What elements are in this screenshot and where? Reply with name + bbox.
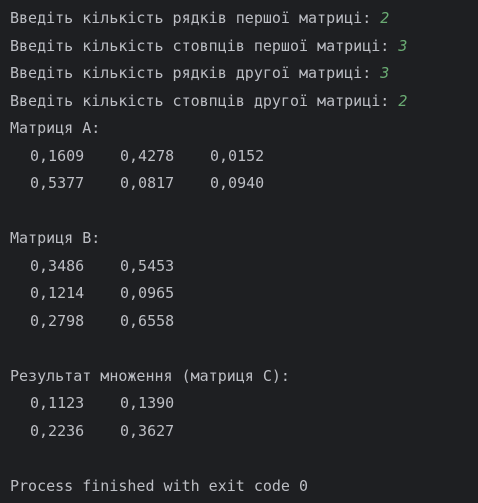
prompt-rows-first: Введіть кількість рядків першої матриці:…: [10, 8, 478, 36]
prompt-label: Введіть кількість стовпців першої матриц…: [10, 37, 398, 55]
blank-line: [10, 338, 478, 366]
matrix-cell: 0,3627: [120, 421, 210, 449]
matrix-cell: 0,5377: [30, 173, 120, 201]
matrix-cell: 0,0965: [120, 283, 210, 311]
matrix-c-title: Результат множення (матриця C):: [10, 366, 478, 394]
matrix-cell: 0,6558: [120, 311, 210, 339]
matrix-b-row: 0,3486 0,5453: [10, 256, 478, 284]
matrix-cell: 0,2798: [30, 311, 120, 339]
matrix-cell: 0,5453: [120, 256, 210, 284]
matrix-cell: 0,0817: [120, 173, 210, 201]
prompt-label: Введіть кількість рядків першої матриці:: [10, 9, 380, 27]
run-console-output: Введіть кількість рядків першої матриці:…: [0, 0, 478, 502]
matrix-cell: 0,0152: [210, 146, 300, 174]
matrix-a-title: Матриця А:: [10, 118, 478, 146]
matrix-cell: 0,4278: [120, 146, 210, 174]
matrix-c-row: 0,2236 0,3627: [10, 421, 478, 449]
user-input-value: 3: [380, 64, 389, 82]
process-exit-message: Process finished with exit code 0: [10, 476, 478, 503]
matrix-c-row: 0,1123 0,1390: [10, 393, 478, 421]
prompt-rows-second: Введіть кількість рядків другої матриці:…: [10, 63, 478, 91]
matrix-cell: 0,0940: [210, 173, 300, 201]
matrix-cell: 0,1123: [30, 393, 120, 421]
prompt-cols-first: Введіть кількість стовпців першої матриц…: [10, 36, 478, 64]
user-input-value: 2: [380, 9, 389, 27]
matrix-b-title: Матриця B:: [10, 228, 478, 256]
matrix-cell: 0,2236: [30, 421, 120, 449]
matrix-cell: 0,1609: [30, 146, 120, 174]
prompt-label: Введіть кількість стовпців другої матриц…: [10, 92, 398, 110]
matrix-cell: 0,1214: [30, 283, 120, 311]
prompt-label: Введіть кількість рядків другої матриці:: [10, 64, 380, 82]
matrix-cell: 0,1390: [120, 393, 210, 421]
blank-line: [10, 448, 478, 476]
user-input-value: 2: [398, 92, 407, 110]
matrix-a-row: 0,5377 0,0817 0,0940: [10, 173, 478, 201]
blank-line: [10, 201, 478, 229]
prompt-cols-second: Введіть кількість стовпців другої матриц…: [10, 91, 478, 119]
matrix-cell: 0,3486: [30, 256, 120, 284]
matrix-a-row: 0,1609 0,4278 0,0152: [10, 146, 478, 174]
matrix-b-row: 0,2798 0,6558: [10, 311, 478, 339]
user-input-value: 3: [398, 37, 407, 55]
matrix-b-row: 0,1214 0,0965: [10, 283, 478, 311]
